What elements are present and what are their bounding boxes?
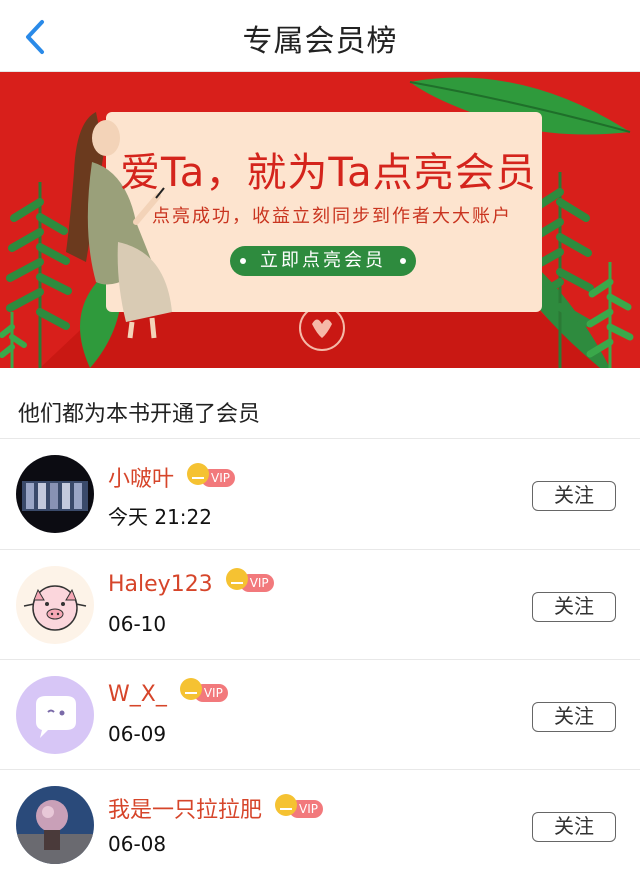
banner-subtitle: 点亮成功，收益立刻同步到作者大大账户 [152, 206, 512, 227]
crown-icon [179, 678, 202, 700]
username-text[interactable]: Haley123 [108, 572, 213, 597]
username-text[interactable]: 我是一只拉拉肥 [108, 798, 262, 823]
join-date: 今天 21:22 [108, 505, 212, 529]
section-title: 他们都为本书开通了会员 [18, 402, 261, 427]
vip-badge: VIP [179, 678, 228, 702]
list-item[interactable]: 我是一只拉拉肥 VIP 06-08 关注 [0, 770, 640, 876]
list-item[interactable]: Haley123 VIP 06-10 关注 [0, 550, 640, 660]
banner-headline: 爱Ta，就为Ta点亮会员 [120, 150, 537, 196]
username[interactable]: 我是一只拉拉肥 VIP [108, 792, 323, 824]
username[interactable]: W_X_ VIP [108, 678, 228, 707]
follow-button[interactable]: 关注 [532, 812, 616, 842]
vip-badge: VIP [187, 463, 235, 487]
username-text[interactable]: 小啵叶 [108, 467, 174, 492]
follow-button[interactable]: 关注 [532, 481, 616, 511]
crown-icon [225, 568, 248, 590]
username[interactable]: Haley123 VIP [108, 568, 274, 597]
list-item[interactable]: W_X_ VIP 06-09 关注 [0, 660, 640, 770]
avatar[interactable] [16, 455, 94, 533]
avatar[interactable] [16, 786, 94, 864]
crown-icon [187, 463, 210, 485]
avatar[interactable] [16, 566, 94, 644]
page-title: 专属会员榜 [242, 24, 398, 59]
join-date: 06-08 [108, 832, 167, 856]
nav-header: 专属会员榜 [0, 0, 640, 72]
join-date: 06-10 [108, 612, 167, 636]
promo-banner[interactable]: 爱Ta，就为Ta点亮会员 点亮成功，收益立刻同步到作者大大账户 立即点亮会员 [0, 72, 640, 368]
follow-button[interactable]: 关注 [532, 592, 616, 622]
crown-icon [275, 794, 298, 816]
follow-button[interactable]: 关注 [532, 702, 616, 732]
username[interactable]: 小啵叶 VIP [108, 461, 235, 493]
avatar[interactable] [16, 676, 94, 754]
light-up-membership-button[interactable]: 立即点亮会员 [230, 246, 416, 276]
join-date: 06-09 [108, 722, 167, 746]
vip-badge: VIP [225, 568, 274, 592]
list-item[interactable]: 小啵叶 VIP 今天 21:22 关注 [0, 439, 640, 549]
username-text[interactable]: W_X_ [108, 682, 167, 707]
vip-badge: VIP [275, 794, 323, 818]
